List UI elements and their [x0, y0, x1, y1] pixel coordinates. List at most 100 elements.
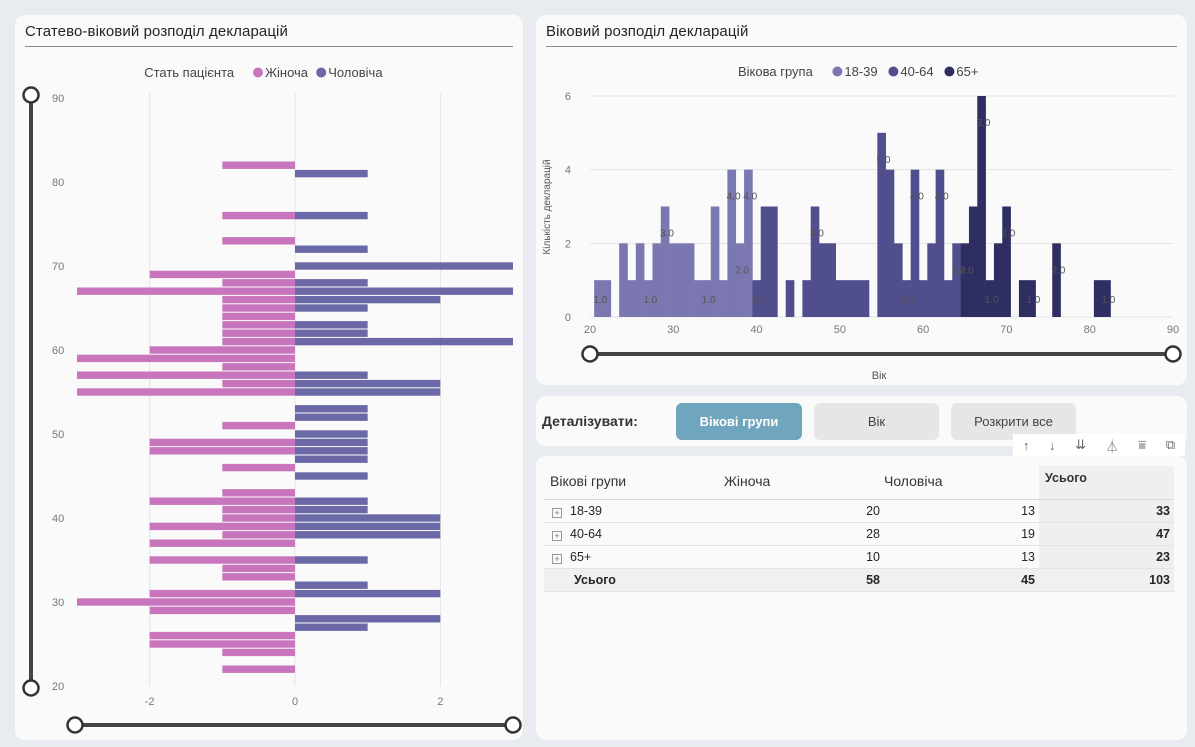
data-label: 2.0 [960, 265, 974, 276]
female-bar [149, 589, 295, 598]
female-bar [222, 463, 295, 472]
female-bar [222, 564, 295, 573]
histogram-bar [619, 243, 628, 317]
female-bar [149, 556, 295, 564]
histogram-bar [677, 243, 687, 317]
legend-title: Вікова група [738, 64, 814, 79]
row-label-cell: +18-39 [544, 499, 724, 523]
hierarchy-icon[interactable]: ⏃ [1106, 436, 1119, 455]
y-tick-label: 0 [565, 312, 571, 324]
y-tick-label: 4 [565, 165, 571, 177]
histogram-bar [960, 243, 970, 317]
arrow-down-icon[interactable]: ↓ [1049, 438, 1056, 453]
data-label: 2.0 [735, 265, 749, 276]
total-count: 47 [1039, 522, 1174, 546]
table-row: +18-39 20 13 33 [544, 499, 1174, 523]
female-bar [222, 161, 295, 169]
histogram-bar [719, 280, 728, 317]
focus-mode-icon[interactable]: ⧉ [1166, 437, 1175, 453]
double-arrow-down-icon[interactable]: ⇊ [1075, 437, 1086, 453]
y-tick-label: 50 [52, 429, 64, 441]
histogram-bar [785, 280, 795, 317]
expand-icon[interactable]: + [552, 507, 562, 518]
y-tick-label: 80 [52, 177, 64, 189]
legend-item: 65+ [956, 64, 978, 79]
legend-marker [253, 67, 263, 78]
male-count: 13 [884, 545, 1039, 569]
male-bar [295, 169, 368, 178]
female-bar [222, 304, 295, 312]
x-tick-label: 60 [917, 324, 929, 336]
total-row: Усього 58 45 103 [544, 568, 1174, 592]
data-label: 4.0 [935, 192, 949, 203]
data-label: 1.0 [752, 295, 766, 306]
female-bar [149, 522, 295, 531]
male-bar [295, 379, 441, 388]
total-row-label: Усього [544, 568, 724, 592]
female-bar [222, 421, 295, 430]
header-age-groups[interactable]: Вікові групи [544, 466, 724, 500]
female-bar [222, 321, 295, 329]
female-bar [149, 606, 295, 615]
male-bar [295, 514, 441, 522]
y-tick-label: 90 [52, 93, 64, 105]
male-bar [295, 211, 368, 220]
expand-icon[interactable]: + [552, 553, 562, 564]
age-group-matrix: Вікові групи Жіноча Чоловіча Усього +18-… [544, 466, 1174, 592]
header-total[interactable]: Усього [1039, 466, 1174, 500]
x-tick-label: 40 [750, 324, 762, 336]
histogram-bar [1052, 243, 1061, 317]
female-total: 58 [724, 568, 884, 592]
range-slider-handle-end [504, 716, 522, 734]
table-row: +65+ 10 13 23 [544, 545, 1174, 569]
drill-age-groups-button[interactable]: Вікові групи [676, 403, 802, 440]
female-bar [222, 505, 295, 514]
male-bar [295, 329, 368, 337]
visual-toolbar: ↑ ↓ ⇊ ⏃ ⩸ ⧉ [1013, 434, 1185, 456]
male-bar [295, 321, 368, 329]
range-slider-handle-start [66, 716, 84, 734]
histogram-bar [685, 243, 695, 317]
arrow-up-icon[interactable]: ↑ [1023, 438, 1030, 453]
female-bar [149, 270, 295, 279]
male-bar [295, 623, 368, 631]
histogram-bar [885, 169, 895, 317]
female-bar [77, 598, 295, 606]
data-label: 3.0 [810, 229, 824, 240]
female-bar [222, 489, 295, 497]
histogram-bar [660, 206, 670, 317]
legend-marker [888, 66, 899, 77]
filter-icon[interactable]: ⩸ [1138, 437, 1146, 453]
male-bar [295, 295, 441, 304]
data-label: 4.0 [727, 192, 741, 203]
x-tick-label: 50 [834, 324, 846, 336]
y-tick-label: 6 [565, 91, 571, 103]
male-total: 45 [884, 568, 1039, 592]
header-female[interactable]: Жіноча [724, 466, 884, 500]
male-bar [295, 245, 368, 253]
row-label-cell: +65+ [544, 545, 724, 569]
y-tick-label: 40 [52, 513, 64, 525]
range-slider-handle-start [22, 86, 40, 104]
female-bar [149, 497, 295, 505]
total-count: 33 [1039, 499, 1174, 523]
male-bar [295, 447, 368, 455]
female-bar [77, 354, 295, 363]
x-tick-label: 30 [667, 324, 679, 336]
legend-item: 18-39 [844, 64, 877, 79]
female-bar [77, 388, 295, 396]
row-label-cell: +40-64 [544, 522, 724, 546]
male-bar [295, 505, 368, 514]
female-count: 20 [724, 499, 884, 523]
histogram-bar [968, 206, 978, 317]
male-bar [295, 472, 368, 480]
data-label: 1.0 [985, 295, 999, 306]
header-male[interactable]: Чоловіча [884, 466, 1039, 500]
x-tick-label: 70 [1000, 324, 1012, 336]
expand-icon[interactable]: + [552, 530, 562, 541]
drill-age-button[interactable]: Вік [814, 403, 939, 440]
female-bar [222, 337, 295, 346]
x-tick-label: -2 [145, 696, 155, 708]
age-group-label: 40-64 [570, 526, 602, 541]
female-bar [149, 447, 295, 455]
